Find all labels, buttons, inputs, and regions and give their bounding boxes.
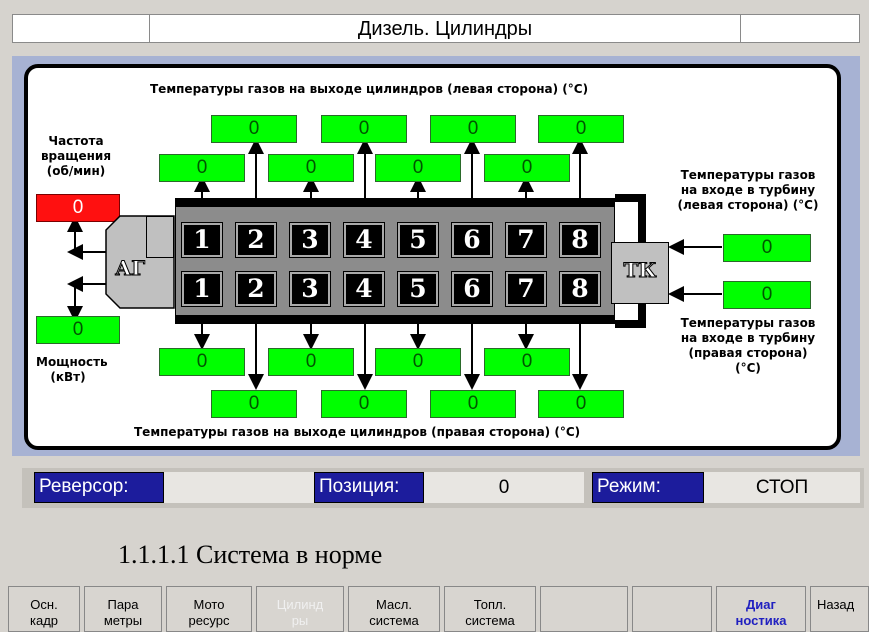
left-outlet-temp-3: 0 bbox=[430, 115, 516, 143]
left-outlet-temp-4: 0 bbox=[538, 115, 624, 143]
cylinders-button[interactable]: Цилинд ры bbox=[256, 586, 344, 632]
left-side-outlet-temps-title: Температуры газов на выходе цилиндров (л… bbox=[150, 82, 589, 96]
empty-button-2[interactable] bbox=[632, 586, 712, 632]
cylinder-right-3: 3 bbox=[289, 271, 331, 307]
cylinder-left-5: 5 bbox=[397, 222, 439, 258]
turbine-right-inlet-temp: 0 bbox=[723, 281, 811, 309]
cylinder-right-8: 8 bbox=[559, 271, 601, 307]
mode-label: Режим: bbox=[592, 472, 704, 503]
diagnostics-button[interactable]: Диаг ностика bbox=[716, 586, 806, 632]
left-outlet-temp-1: 0 bbox=[211, 115, 297, 143]
cylinder-left-2: 2 bbox=[235, 222, 277, 258]
motor-resource-button[interactable]: Мото ресурс bbox=[166, 586, 252, 632]
cylinder-right-4: 4 bbox=[343, 271, 385, 307]
cylinder-right-2: 2 bbox=[235, 271, 277, 307]
right-outlet-temp-1: 0 bbox=[159, 348, 245, 376]
right-outlet-temp-3: 0 bbox=[375, 348, 461, 376]
right-outlet-temp-7: 0 bbox=[430, 390, 516, 418]
position-value: 0 bbox=[424, 472, 584, 503]
rpm-label: Частота вращения (об/мин) bbox=[40, 134, 112, 178]
power-label: Мощность (кВт) bbox=[36, 355, 108, 384]
cylinder-right-6: 6 bbox=[451, 271, 493, 307]
right-side-outlet-temps-title: Температуры газов на выходе цилиндров (п… bbox=[134, 425, 581, 439]
right-outlet-temp-2: 0 bbox=[268, 348, 354, 376]
empty-button-1[interactable] bbox=[540, 586, 628, 632]
cylinder-left-8: 8 bbox=[559, 222, 601, 258]
mode-value: СТОП bbox=[704, 472, 860, 503]
cylinder-left-1: 1 bbox=[181, 222, 223, 258]
left-outlet-temp-6: 0 bbox=[268, 154, 354, 182]
right-outlet-temp-6: 0 bbox=[321, 390, 407, 418]
reversor-value bbox=[164, 472, 314, 503]
cylinder-left-6: 6 bbox=[451, 222, 493, 258]
parameters-button[interactable]: Пара метры bbox=[84, 586, 162, 632]
right-outlet-temp-4: 0 bbox=[484, 348, 570, 376]
back-button[interactable]: Назад bbox=[810, 586, 869, 632]
cylinder-right-5: 5 bbox=[397, 271, 439, 307]
left-outlet-temp-2: 0 bbox=[321, 115, 407, 143]
turbine-left-inlet-temp: 0 bbox=[723, 234, 811, 262]
turbine-left-label: Температуры газов на входе в турбину (лева… bbox=[677, 168, 819, 212]
right-outlet-temp-8: 0 bbox=[538, 390, 624, 418]
power-value: 0 bbox=[36, 316, 120, 344]
cylinder-right-1: 1 bbox=[181, 271, 223, 307]
cylinder-right-7: 7 bbox=[505, 271, 547, 307]
left-outlet-temp-8: 0 bbox=[484, 154, 570, 182]
cylinder-left-7: 7 bbox=[505, 222, 547, 258]
oil-system-button[interactable]: Масл. система bbox=[348, 586, 440, 632]
fuel-system-button[interactable]: Топл. система bbox=[444, 586, 536, 632]
turbine-right-label: Температуры газов на входе в турбину (прав… bbox=[680, 316, 816, 375]
turbocharger-label: ТК bbox=[623, 258, 657, 283]
reversor-label: Реверсор: bbox=[34, 472, 164, 503]
cylinder-left-4: 4 bbox=[343, 222, 385, 258]
generator-coupling bbox=[146, 216, 174, 258]
position-label: Позиция: bbox=[314, 472, 424, 503]
main-frame-button[interactable]: Осн. кадр bbox=[8, 586, 80, 632]
left-outlet-temp-7: 0 bbox=[375, 154, 461, 182]
generator-label: АГ bbox=[114, 256, 146, 281]
right-outlet-temp-5: 0 bbox=[211, 390, 297, 418]
cylinder-left-3: 3 bbox=[289, 222, 331, 258]
left-outlet-temp-5: 0 bbox=[159, 154, 245, 182]
system-status-note: 1.1.1.1 Система в норме bbox=[118, 540, 383, 569]
